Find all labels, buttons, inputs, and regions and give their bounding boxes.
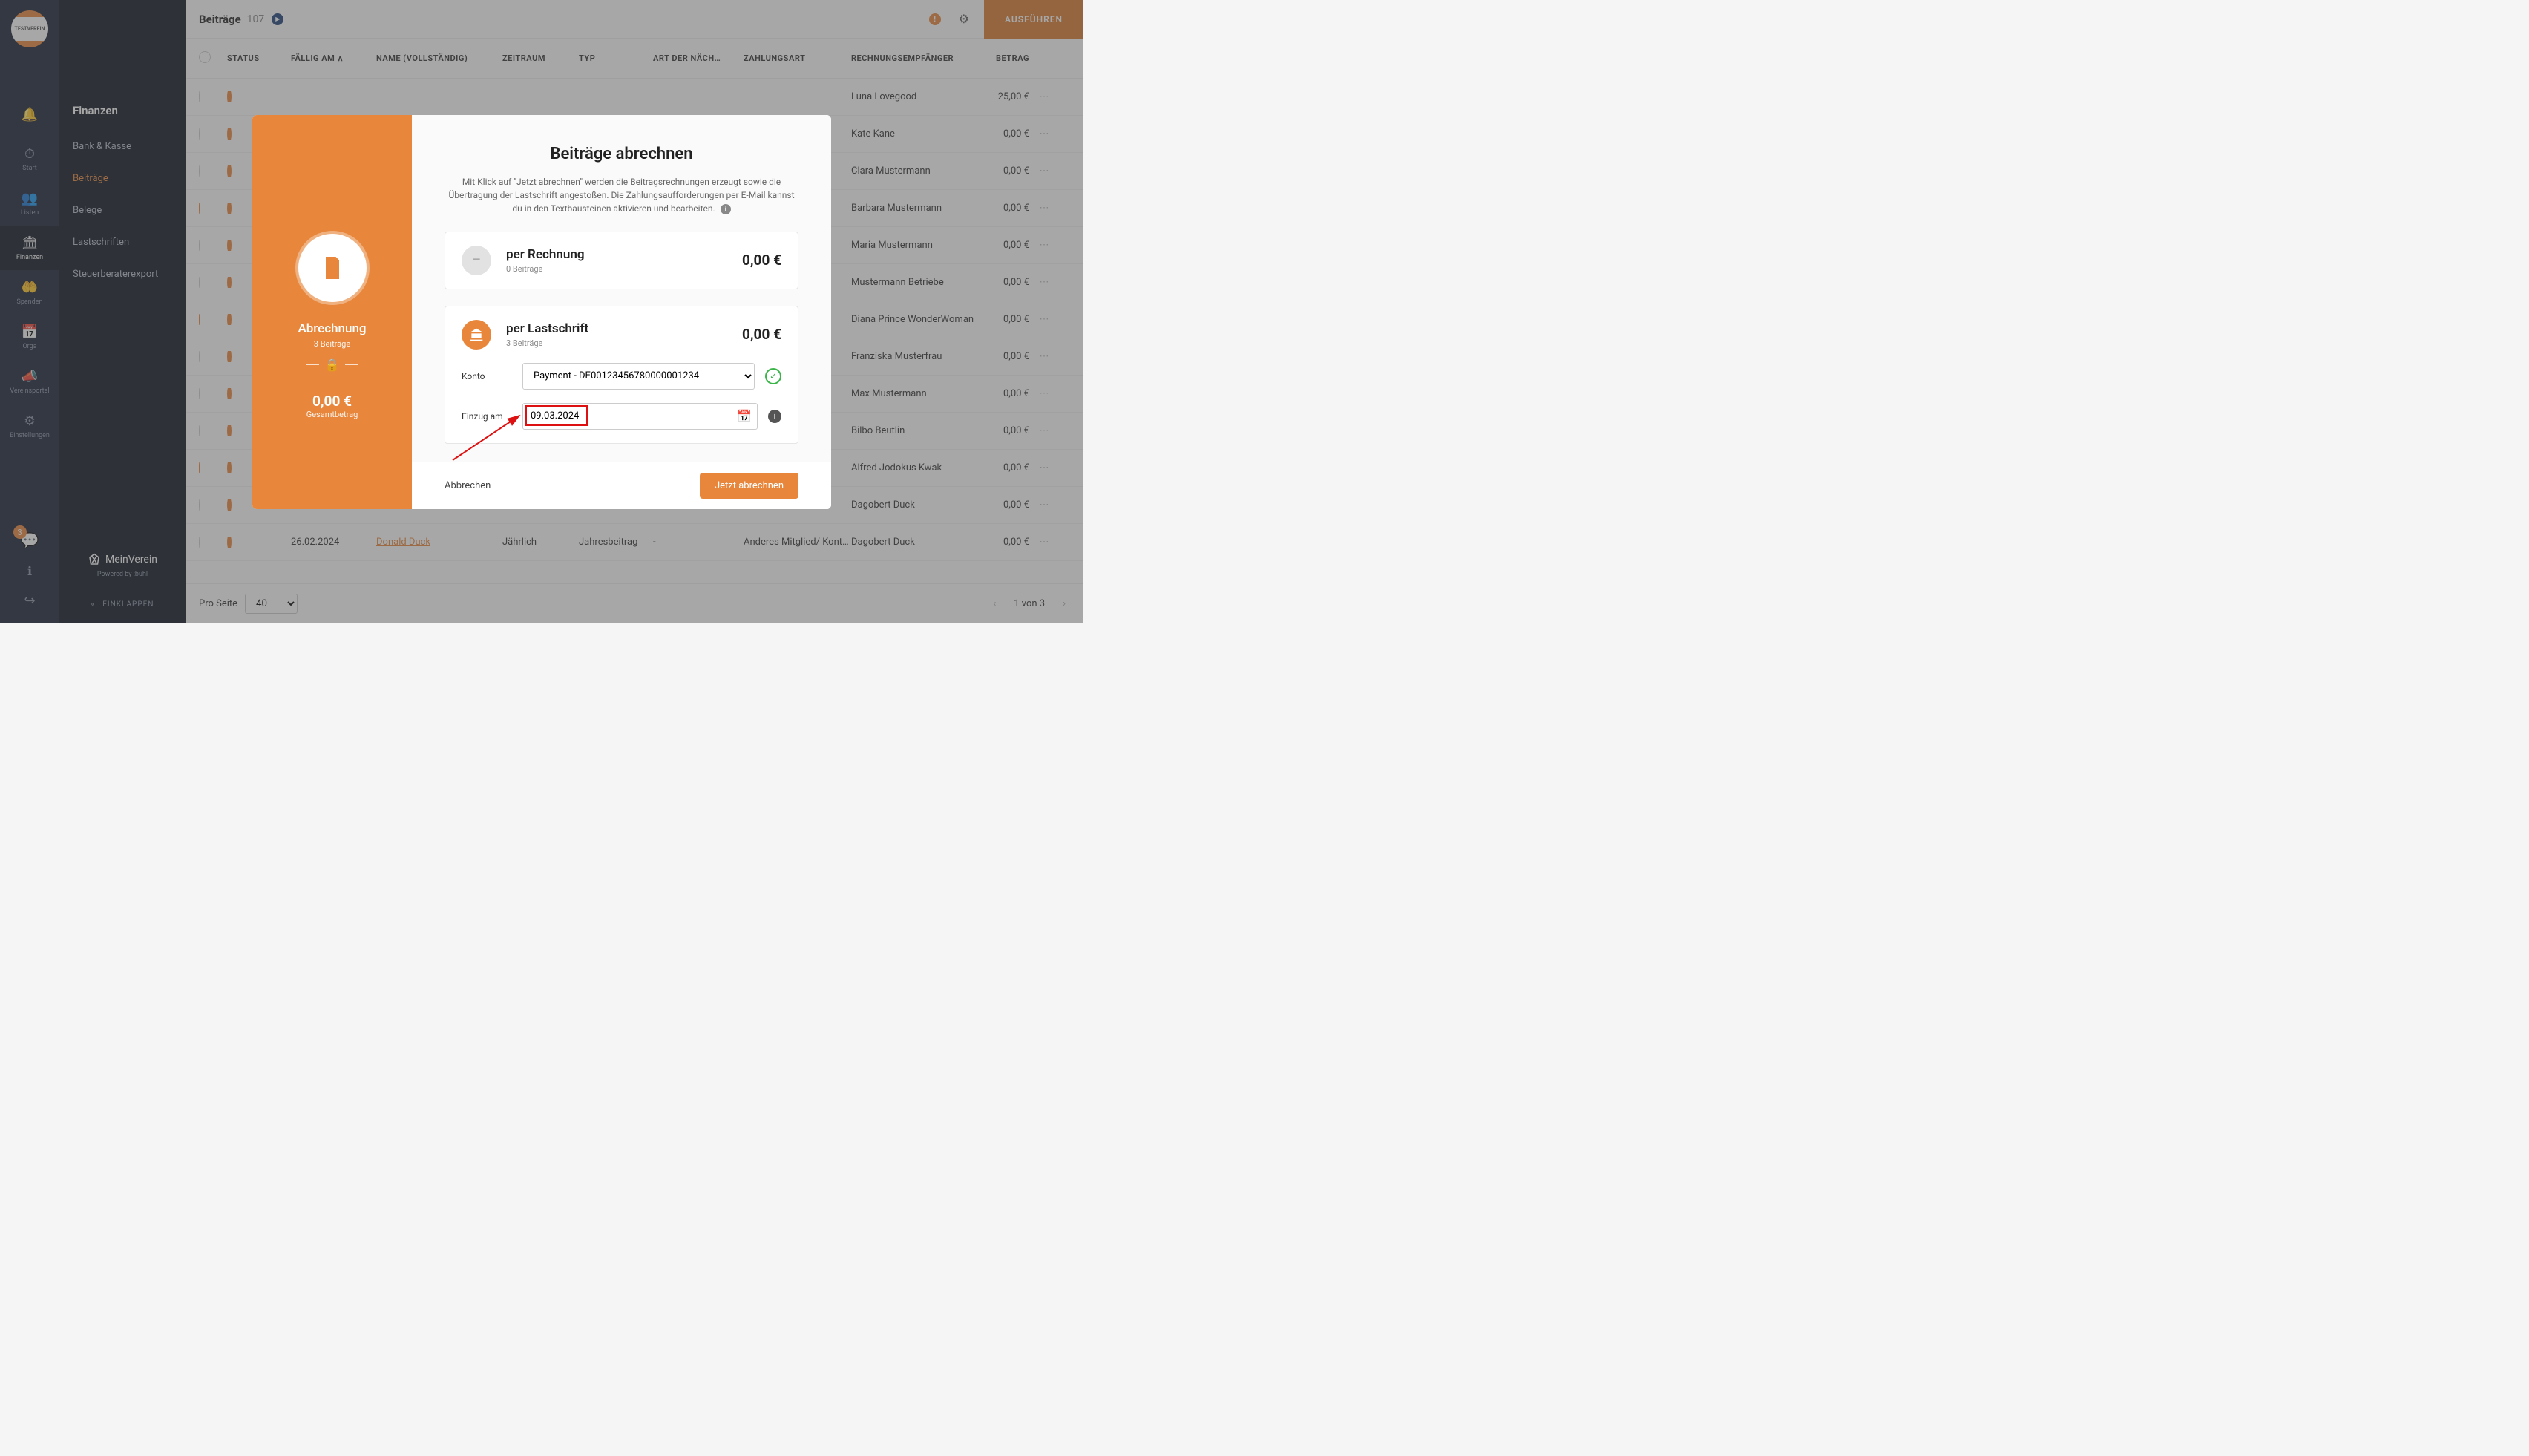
card-debit-amount: 0,00 € — [742, 326, 781, 343]
calendar-icon[interactable]: 📅 — [737, 409, 752, 423]
modal: Abrechnung 3 Beiträge 🔒 0,00 € Gesamtbet… — [252, 115, 831, 509]
billing-icon — [298, 234, 367, 302]
card-invoice: − per Rechnung 0 Beiträge 0,00 € — [445, 232, 798, 289]
card-debit-sub: 3 Beiträge — [506, 338, 742, 348]
card-invoice-title: per Rechnung — [506, 247, 742, 262]
date-input[interactable] — [522, 403, 758, 430]
modal-title: Beiträge abrechnen — [445, 145, 798, 163]
konto-select[interactable]: Payment - DE00123456780000001234 — [522, 363, 755, 390]
bank-icon — [462, 320, 491, 350]
modal-main: Beiträge abrechnen Mit Klick auf "Jetzt … — [412, 115, 831, 509]
cancel-button[interactable]: Abbrechen — [445, 480, 491, 491]
minus-icon: − — [462, 246, 491, 275]
modal-side-sub: 3 Beiträge — [314, 339, 350, 349]
card-invoice-sub: 0 Beiträge — [506, 264, 742, 274]
card-debit: per Lastschrift 3 Beiträge 0,00 € Konto … — [445, 306, 798, 444]
modal-sidebar: Abrechnung 3 Beiträge 🔒 0,00 € Gesamtbet… — [252, 115, 412, 509]
modal-side-title: Abrechnung — [298, 321, 366, 336]
lock-icon: 🔒 — [306, 358, 359, 372]
card-invoice-amount: 0,00 € — [742, 252, 781, 269]
modal-side-amount-label: Gesamtbetrag — [306, 410, 358, 419]
modal-side-amount: 0,00 € — [312, 393, 352, 410]
modal-desc: Mit Klick auf "Jetzt abrechnen" werden d… — [445, 175, 798, 215]
modal-footer: Abbrechen Jetzt abrechnen — [412, 462, 831, 509]
modal-overlay: Abrechnung 3 Beiträge 🔒 0,00 € Gesamtbet… — [0, 0, 1083, 623]
submit-button[interactable]: Jetzt abrechnen — [700, 473, 798, 499]
card-debit-title: per Lastschrift — [506, 321, 742, 336]
info-icon[interactable]: i — [721, 204, 731, 214]
konto-label: Konto — [462, 371, 512, 381]
info-icon[interactable]: i — [768, 410, 781, 423]
date-label: Einzug am — [462, 411, 512, 422]
check-icon: ✓ — [765, 368, 781, 384]
